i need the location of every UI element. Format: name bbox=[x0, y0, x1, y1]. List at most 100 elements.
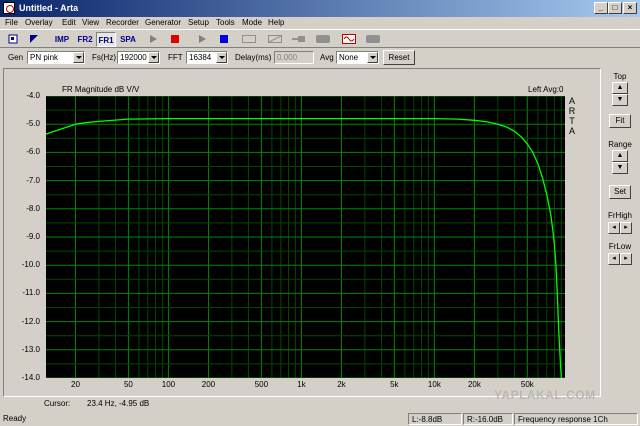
x-axis-unit: Hz bbox=[544, 369, 554, 378]
sample-rate-select[interactable]: 192000 bbox=[117, 51, 160, 64]
generator-select[interactable]: PN pink bbox=[27, 51, 85, 64]
marker-button[interactable] bbox=[26, 32, 42, 47]
menu-setup[interactable]: Setup bbox=[188, 17, 209, 29]
y-tick-label: -12.0 bbox=[21, 316, 40, 326]
menu-bar: File Overlay Edit View Recorder Generato… bbox=[0, 17, 640, 29]
stop-record-button[interactable] bbox=[216, 32, 230, 47]
chevron-down-icon[interactable] bbox=[73, 52, 84, 63]
close-button[interactable]: × bbox=[623, 2, 637, 14]
open-file-button[interactable] bbox=[5, 32, 21, 47]
plot-area[interactable] bbox=[45, 95, 565, 379]
calibrate-button[interactable] bbox=[240, 32, 258, 47]
sine-generator-button[interactable] bbox=[340, 32, 358, 47]
x-tick-label: 50 bbox=[123, 380, 133, 389]
fft-size-value: 16384 bbox=[189, 53, 212, 62]
x-tick-label: 500 bbox=[254, 380, 269, 389]
marker-icon bbox=[30, 35, 38, 43]
menu-edit[interactable]: Edit bbox=[62, 17, 76, 29]
frhigh-left-button[interactable]: ◂ bbox=[608, 222, 620, 234]
x-tick-label: 100 bbox=[161, 380, 176, 389]
reset-button[interactable]: Reset bbox=[383, 50, 415, 65]
delay-value: 0.000 bbox=[277, 53, 298, 62]
delay-label: Delay(ms) bbox=[235, 53, 272, 62]
menu-mode[interactable]: Mode bbox=[242, 17, 262, 29]
plot-panel: FR Magnitude dB V/V Left Avg:0 A R T A -… bbox=[3, 68, 601, 408]
channel-avg-status: Left Avg:0 bbox=[528, 85, 564, 94]
probe-button[interactable] bbox=[290, 32, 308, 47]
fr2-mode-button[interactable]: FR2 bbox=[75, 32, 95, 47]
response-trace-line bbox=[45, 117, 562, 379]
spa-mode-button[interactable]: SPA bbox=[118, 32, 138, 47]
y-tick-label: -4.0 bbox=[26, 91, 40, 100]
frlow-left-button[interactable]: ◂ bbox=[608, 253, 620, 265]
stop-icon bbox=[171, 35, 179, 43]
menu-recorder[interactable]: Recorder bbox=[106, 17, 139, 29]
fft-size-select[interactable]: 16384 bbox=[186, 51, 228, 64]
menu-view[interactable]: View bbox=[82, 17, 99, 29]
toolbar: IMP FR2 FR1 SPA bbox=[0, 29, 640, 48]
imp-mode-button[interactable]: IMP bbox=[51, 32, 73, 47]
menu-tools[interactable]: Tools bbox=[216, 17, 235, 29]
top-label: Top bbox=[613, 72, 627, 81]
side-letter: T bbox=[569, 116, 575, 126]
range-down-button[interactable]: ▼ bbox=[612, 162, 628, 174]
averaging-select[interactable]: None bbox=[336, 51, 379, 64]
menu-help[interactable]: Help bbox=[268, 17, 284, 29]
avg-label: Avg bbox=[320, 53, 334, 62]
menu-file[interactable]: File bbox=[5, 17, 18, 29]
chevron-down-icon[interactable] bbox=[216, 52, 227, 63]
side-letter: A bbox=[568, 126, 575, 136]
frlow-label: FrLow bbox=[608, 242, 632, 251]
x-tick-label: 5k bbox=[390, 380, 399, 389]
record-icon bbox=[366, 35, 380, 43]
arta-app-icon[interactable] bbox=[3, 2, 15, 14]
frhigh-right-button[interactable]: ▸ bbox=[620, 222, 632, 234]
sine-wave-icon bbox=[342, 34, 356, 44]
x-tick-label: 200 bbox=[201, 380, 216, 389]
menu-overlay[interactable]: Overlay bbox=[25, 17, 53, 29]
frlow-right-button[interactable]: ▸ bbox=[620, 253, 632, 265]
play-record-icon bbox=[199, 35, 206, 43]
fit-button[interactable]: Fit bbox=[609, 114, 631, 128]
stop-button[interactable] bbox=[167, 32, 181, 47]
calibrate-icon bbox=[242, 35, 256, 43]
averaging-value: None bbox=[339, 53, 359, 62]
menu-generator[interactable]: Generator bbox=[145, 17, 181, 29]
cursor-readout: 23.4 Hz, -4.95 dB bbox=[87, 399, 150, 408]
generator-value: PN pink bbox=[30, 53, 59, 62]
status-mode: Frequency response 1Ch bbox=[514, 413, 638, 425]
play-record-button[interactable] bbox=[194, 32, 208, 47]
x-tick-label: 10k bbox=[427, 380, 441, 389]
play-button[interactable] bbox=[145, 32, 159, 47]
y-tick-label: -6.0 bbox=[26, 147, 40, 157]
watermark: YAPLAKAL.COM bbox=[494, 388, 596, 402]
status-bar: Ready L:-8.8dB R:-16.0dB Frequency respo… bbox=[0, 412, 640, 426]
set-button[interactable]: Set bbox=[609, 185, 631, 199]
range-up-button[interactable]: ▲ bbox=[612, 150, 628, 162]
waveform-button[interactable] bbox=[266, 32, 284, 47]
stop-record-icon bbox=[220, 35, 228, 43]
probe-icon bbox=[292, 36, 305, 42]
chevron-down-icon[interactable] bbox=[367, 52, 378, 63]
y-tick-label: -11.0 bbox=[22, 288, 40, 298]
open-file-icon bbox=[8, 34, 18, 44]
maximize-button[interactable]: □ bbox=[608, 2, 622, 14]
frhigh-label: FrHigh bbox=[607, 211, 632, 220]
sample-rate-value: 192000 bbox=[120, 53, 147, 62]
x-tick-label: 2k bbox=[337, 380, 346, 389]
chevron-down-icon[interactable] bbox=[148, 52, 159, 63]
generator-controls: Gen PN pink Fs(Hz) 192000 FFT 16384 Dela… bbox=[0, 49, 640, 67]
record-button[interactable] bbox=[364, 32, 382, 47]
fr1-mode-button[interactable]: FR1 bbox=[96, 32, 116, 47]
frequency-response-chart[interactable] bbox=[45, 95, 565, 379]
minimize-button[interactable]: _ bbox=[594, 2, 608, 14]
x-tick-label: 1k bbox=[297, 380, 306, 389]
gain-button[interactable] bbox=[314, 32, 332, 47]
delay-input[interactable]: 0.000 bbox=[274, 51, 314, 64]
y-tick-label: -9.0 bbox=[26, 232, 40, 241]
y-tick-label: -7.0 bbox=[26, 175, 40, 185]
top-up-button[interactable]: ▲ bbox=[612, 82, 628, 94]
y-tick-label: -10.0 bbox=[21, 260, 40, 270]
chart-title: FR Magnitude dB V/V bbox=[62, 85, 140, 94]
top-down-button[interactable]: ▼ bbox=[612, 94, 628, 106]
